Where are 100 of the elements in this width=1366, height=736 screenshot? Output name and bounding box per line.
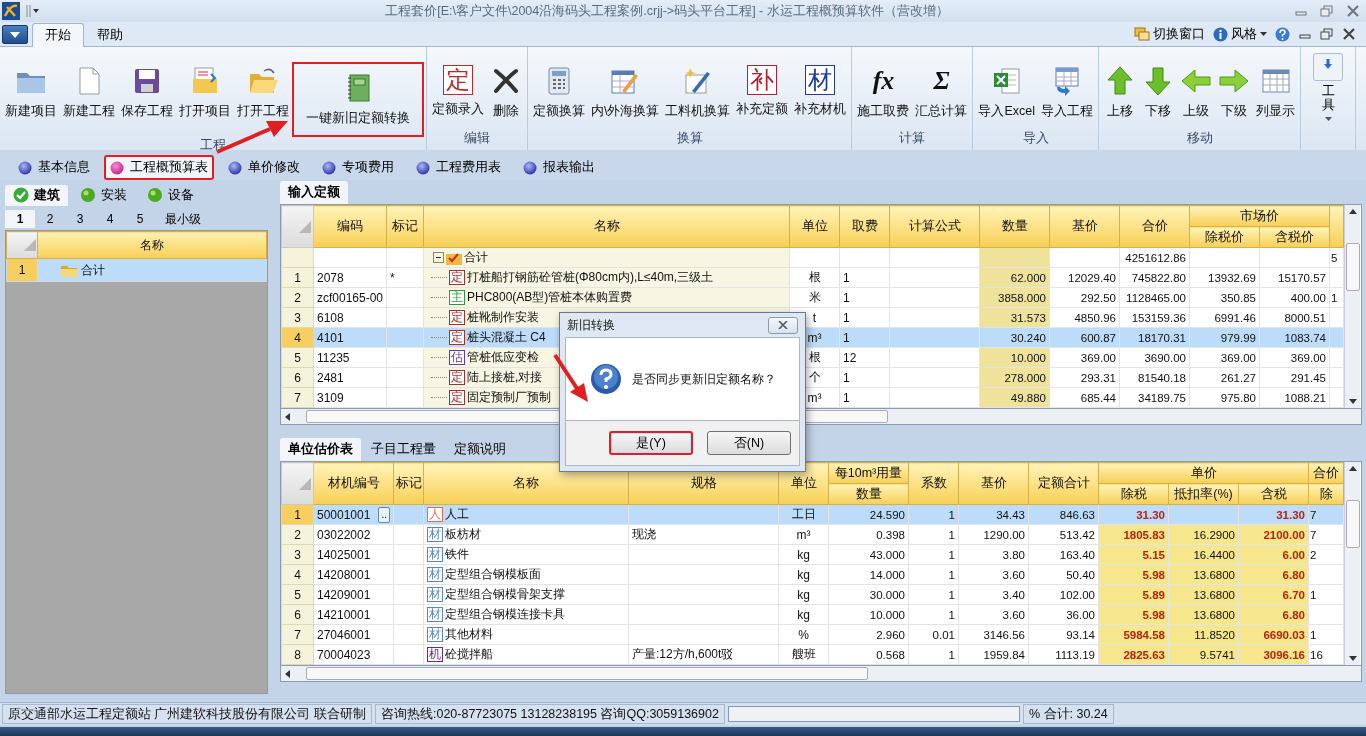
scroll-thumb[interactable] xyxy=(306,667,868,680)
item-name: PHC800(AB型)管桩本体购置费 xyxy=(467,289,633,306)
scroll-left-icon[interactable] xyxy=(285,412,290,421)
item-name: 板枋材 xyxy=(445,526,481,543)
scroll-up-icon[interactable] xyxy=(1348,209,1357,214)
panel-tab[interactable]: 单位估价表 xyxy=(280,438,361,461)
column-header: 系数 xyxy=(908,462,959,505)
type-tag: 材 xyxy=(427,587,443,602)
ribbon-button[interactable]: 定额换算 xyxy=(530,62,588,123)
column-group-header: 每10m³用量 xyxy=(828,462,909,484)
restore-icon[interactable] xyxy=(1320,28,1334,40)
ribbon-button[interactable]: 材 补充材机 xyxy=(791,62,850,121)
dialog-message: 是否同步更新旧定额名称？ xyxy=(632,370,776,388)
corner-triangle-icon xyxy=(299,220,311,233)
panel-tab[interactable]: 子目工程量 xyxy=(363,438,444,461)
item-name: 打桩船打钢筋砼管桩(Φ80cm内),L≤40m,三级土 xyxy=(467,269,714,286)
ribbon-button[interactable]: 补 补充定额 xyxy=(733,62,792,121)
column-group-header: 单价 xyxy=(1098,462,1309,484)
ribbon-button[interactable]: 下移 xyxy=(1139,62,1178,123)
category-tab[interactable]: 设备 xyxy=(139,184,202,206)
quick-access-caret-icon[interactable] xyxy=(26,4,40,18)
picker-button[interactable]: .. xyxy=(378,506,390,523)
scroll-thumb[interactable] xyxy=(1345,499,1360,548)
scroll-thumb[interactable] xyxy=(1345,242,1360,291)
nav-tab[interactable]: 报表输出 xyxy=(515,156,603,179)
ribbon-button[interactable]: 下级 xyxy=(1215,62,1254,123)
dialog-button[interactable]: 否(N) xyxy=(707,431,791,455)
restore-icon[interactable] xyxy=(1320,5,1334,17)
level-tab[interactable]: 5 xyxy=(125,210,155,228)
ribbon-button[interactable]: fx 施工取费 xyxy=(854,62,913,123)
group-label: 工程 xyxy=(199,137,227,154)
dot-icon xyxy=(18,160,32,175)
ribbon-button[interactable]: 导入Excel xyxy=(975,62,1039,123)
ribbon-button[interactable]: 打开工程 xyxy=(234,62,292,123)
column-header: 取费 xyxy=(839,205,890,248)
dialog-button[interactable]: 是(Y) xyxy=(609,431,693,455)
dot-icon xyxy=(228,160,242,175)
nav-tab[interactable]: 工程概预算表 xyxy=(104,155,214,180)
ribbon-button[interactable]: 打开项目 xyxy=(176,62,234,123)
level-tab[interactable]: 4 xyxy=(95,210,125,228)
collapse-icon[interactable] xyxy=(433,252,444,263)
type-tag: 定 xyxy=(449,310,465,325)
app-menu-button[interactable] xyxy=(2,25,28,44)
ribbon-button[interactable]: 上移 xyxy=(1101,62,1140,123)
panel-tab[interactable]: 定额说明 xyxy=(446,438,514,461)
scroll-left-icon[interactable] xyxy=(285,669,290,678)
ribbon-button[interactable]: 工料机换算 xyxy=(662,62,734,123)
dot-icon xyxy=(416,160,430,175)
ribbon-tab[interactable]: 开始 xyxy=(32,23,84,47)
group-label: 计算 xyxy=(898,130,927,147)
row-number: 1 xyxy=(281,267,314,288)
level-tab[interactable]: 最小级 xyxy=(155,208,211,230)
ribbon-button[interactable]: 新建工程 xyxy=(60,62,118,123)
nav-tab[interactable]: 基本信息 xyxy=(10,156,98,179)
ribbon-button[interactable]: 保存工程 xyxy=(118,62,176,123)
row-number: 6 xyxy=(281,604,314,625)
close-button[interactable] xyxy=(768,316,798,334)
item-name: 合计 xyxy=(464,249,488,266)
category-tab[interactable]: 建筑 xyxy=(5,184,68,206)
panel-tab[interactable]: 输入定额 xyxy=(280,181,348,204)
window-title: 工程套价[E:\客户文件\2004沿海码头工程案例.crjj->码头平台工程] - 水运工程概预算软件（营改增） xyxy=(384,2,950,20)
level-tab[interactable]: 1 xyxy=(5,210,35,228)
ribbon-button[interactable]: 删除 xyxy=(487,62,525,123)
row-number: 3 xyxy=(281,544,314,565)
nav-tab[interactable]: 单价修改 xyxy=(220,156,308,179)
style-menu-button[interactable]: 风格 xyxy=(1213,25,1267,43)
switch-window-button[interactable]: 切换窗口 xyxy=(1134,25,1205,43)
tools-button[interactable]: 工具 xyxy=(1313,53,1344,121)
ribbon-button[interactable]: 导入工程 xyxy=(1038,62,1097,123)
ribbon-tab[interactable]: 帮助 xyxy=(84,23,136,47)
nav-tab[interactable]: 专项费用 xyxy=(314,156,402,179)
corner-triangle-icon xyxy=(24,239,36,251)
ribbon-button[interactable]: Σ 汇总计算 xyxy=(912,62,971,123)
level-tab[interactable]: 3 xyxy=(65,210,95,228)
help-icon[interactable] xyxy=(1275,26,1290,42)
ribbon-button[interactable]: 列显示 xyxy=(1253,62,1299,123)
scroll-down-icon[interactable] xyxy=(1348,399,1357,404)
column-header: 名称 xyxy=(423,205,790,248)
character-icon: 定 xyxy=(443,65,473,95)
check-icon xyxy=(13,187,29,203)
category-tab[interactable]: 安装 xyxy=(72,184,135,206)
scroll-down-icon[interactable] xyxy=(1348,656,1357,661)
column-header: 数量 xyxy=(979,205,1050,248)
close-icon[interactable] xyxy=(1346,5,1360,17)
type-tag: 定 xyxy=(449,270,465,285)
ribbon-button[interactable]: 一键新旧定额转换 xyxy=(292,62,424,137)
row-number: 4 xyxy=(281,564,314,585)
level-tab[interactable]: 2 xyxy=(35,210,65,228)
ribbon-button[interactable]: 定 定额录入 xyxy=(429,62,487,121)
nav-tab[interactable]: 工程费用表 xyxy=(408,156,509,179)
ribbon-button[interactable]: 新建项目 xyxy=(2,62,60,123)
code-text: 50001001 xyxy=(317,507,371,522)
row-number: 8 xyxy=(281,644,314,665)
close-icon[interactable] xyxy=(1342,28,1356,40)
tree-item[interactable]: 合计 xyxy=(81,261,105,279)
ribbon-button[interactable]: 内\外海换算 xyxy=(588,62,663,123)
ribbon-button[interactable]: 上级 xyxy=(1177,62,1216,123)
info-icon xyxy=(1213,26,1228,42)
item-name: 定型组合钢模骨架支撑 xyxy=(445,586,565,603)
scroll-up-icon[interactable] xyxy=(1348,466,1357,471)
